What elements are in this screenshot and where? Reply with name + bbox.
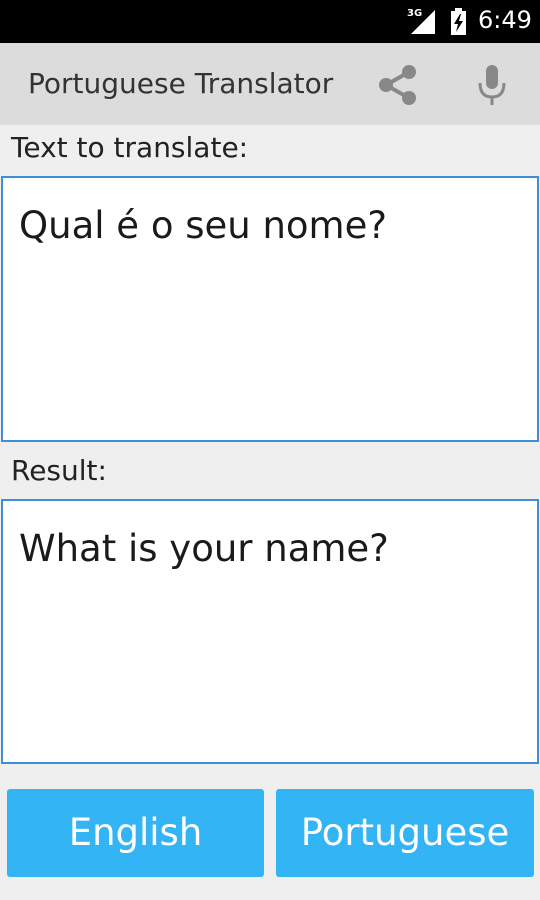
microphone-icon (478, 65, 506, 105)
result-label: Result: (11, 454, 107, 487)
english-button[interactable]: English (7, 789, 264, 877)
result-text: What is your name? (19, 527, 389, 570)
app-title: Portuguese Translator (28, 67, 334, 100)
app-screen: 3G 6:49 Portuguese Translator Text to tr… (0, 0, 540, 900)
status-bar: 3G 6:49 (0, 0, 540, 43)
signal-icon: 3G (407, 8, 437, 34)
status-time: 6:49 (478, 6, 532, 34)
result-output[interactable]: What is your name? (1, 499, 539, 764)
input-text: Qual é o seu nome? (19, 204, 387, 247)
share-icon (379, 65, 416, 105)
share-button[interactable] (372, 61, 424, 109)
battery-charging-icon (451, 8, 466, 35)
microphone-button[interactable] (468, 61, 516, 109)
input-label: Text to translate: (11, 131, 249, 164)
translate-input[interactable]: Qual é o seu nome? (1, 176, 539, 442)
app-bar: Portuguese Translator (0, 43, 540, 125)
portuguese-button[interactable]: Portuguese (276, 789, 534, 877)
